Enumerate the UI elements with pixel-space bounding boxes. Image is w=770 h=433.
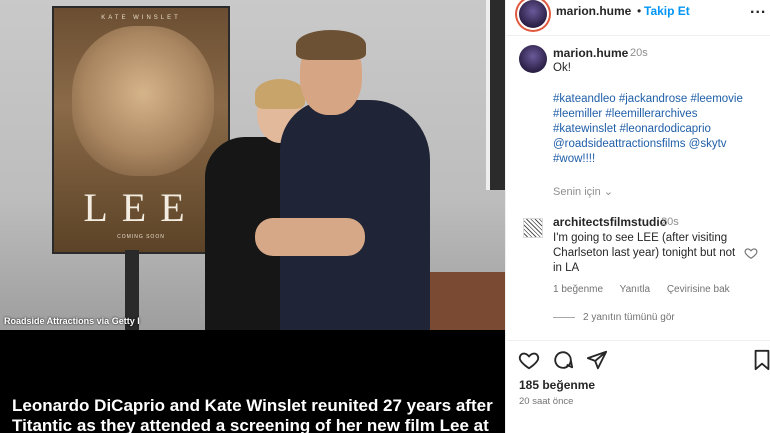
more-icon[interactable]: ...: [750, 0, 766, 18]
caption-text: Ok!: [553, 62, 571, 74]
header-username[interactable]: marion.hume: [556, 4, 631, 18]
like-count[interactable]: 185 beğenme: [519, 378, 595, 392]
wall-frame: [486, 0, 505, 190]
caption-username[interactable]: marion.hume: [553, 46, 628, 60]
poster-top-text: KATE WINSLET: [101, 15, 181, 21]
bookmark-icon[interactable]: [751, 349, 770, 371]
comment-icon[interactable]: [552, 349, 574, 371]
movie-poster: KATE WINSLET LEE COMING SOON: [52, 6, 230, 254]
comment-heart-icon[interactable]: [744, 246, 758, 260]
view-replies-label: 2 yanıtın tümünü gör: [583, 312, 675, 323]
follow-button[interactable]: Takip Et: [644, 4, 690, 18]
comment-meta: 1 beğenme Yanıtla Çevirisine bak: [553, 284, 744, 295]
translate-link[interactable]: Çevirisine bak: [667, 284, 730, 295]
comment-time: 20s: [661, 216, 679, 228]
caption-time: 20s: [630, 47, 648, 59]
avatar[interactable]: [519, 0, 547, 28]
hands: [255, 218, 365, 256]
action-bar: 185 beğenme 20 saat önce: [506, 340, 770, 433]
comment-avatar[interactable]: [523, 218, 543, 238]
post-media[interactable]: KATE WINSLET LEE COMING SOON Roadside At…: [0, 0, 505, 433]
comment-text: I'm going to see LEE (after visiting Cha…: [553, 232, 736, 274]
poster-title: LEE: [83, 185, 199, 230]
for-you-dropdown[interactable]: Senin için ⌄: [553, 185, 613, 198]
comment-username[interactable]: architectsfilmstudio: [553, 215, 667, 229]
post-sidebar: marion.hume • Takip Et ... marion.hume 2…: [505, 0, 770, 433]
reply-link[interactable]: Yanıtla: [620, 284, 650, 295]
comment-likes[interactable]: 1 beğenme: [553, 284, 603, 295]
poster-face: [72, 26, 214, 176]
replies-line: [553, 316, 575, 318]
caption-avatar[interactable]: [519, 45, 547, 73]
heart-icon[interactable]: [518, 349, 540, 371]
post-age: 20 saat önce: [519, 396, 574, 407]
media-caption: Leonardo DiCaprio and Kate Winslet reuni…: [12, 396, 493, 433]
caption-hashtags[interactable]: #kateandleo #jackandrose #leemovie #leem…: [553, 92, 753, 167]
share-icon[interactable]: [586, 349, 608, 371]
view-replies[interactable]: 2 yanıtın tümünü gör: [553, 312, 675, 323]
person-man: [280, 30, 430, 330]
header-separator: •: [637, 4, 642, 18]
post-header: marion.hume • Takip Et ...: [506, 0, 770, 36]
photo-credit: Roadside Attractions via Getty I: [4, 316, 140, 326]
poster-coming-soon: COMING SOON: [117, 234, 165, 240]
post-photo: KATE WINSLET LEE COMING SOON: [0, 0, 505, 330]
